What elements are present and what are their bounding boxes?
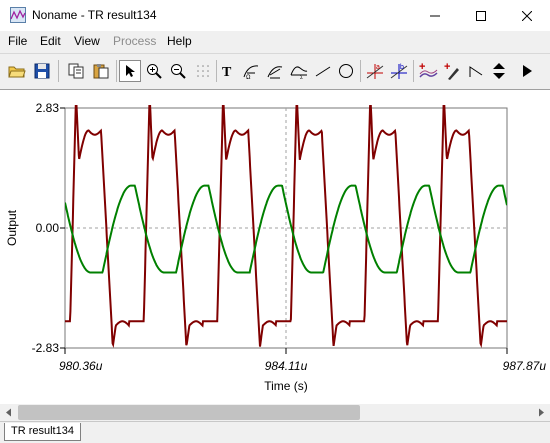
curve-annotation-3-icon: Σ (290, 66, 308, 79)
menu-file[interactable]: File (8, 34, 27, 48)
window-title: Noname - TR result134 (32, 8, 157, 22)
menu-help[interactable]: Help (167, 34, 192, 48)
close-button[interactable] (504, 0, 550, 31)
minimize-icon (430, 15, 440, 16)
pointer-icon (126, 65, 135, 77)
copy-button[interactable] (65, 60, 87, 82)
svg-text:a: a (376, 64, 380, 71)
svg-text:Σ: Σ (300, 75, 303, 79)
x-tick-right: 987.87u (503, 359, 547, 373)
y-tick-bottom: -2.83 (32, 341, 60, 355)
svg-text:+: + (444, 62, 450, 73)
zoom-in-icon (147, 64, 162, 79)
toolbar-separator (413, 60, 414, 82)
waveform-plot[interactable]: 2.83 0.00 -2.83 980.36u 984.11u 987.87u … (0, 90, 550, 405)
tab-tr-result[interactable]: TR result134 (4, 423, 81, 441)
open-folder-icon (8, 66, 26, 78)
toolbar-separator (116, 60, 117, 82)
step-button[interactable] (465, 60, 487, 82)
cursor-a-icon: a (366, 64, 384, 79)
menu-bar: File Edit View Process Help (0, 31, 550, 51)
line-icon (315, 66, 331, 77)
ellipse-icon (339, 64, 353, 78)
curve-annotation-2-icon (267, 66, 283, 79)
cursor-b-button[interactable]: b (388, 60, 410, 82)
annotation-2-button[interactable] (264, 60, 286, 82)
menu-view[interactable]: View (74, 34, 100, 48)
plot-area[interactable]: 2.83 0.00 -2.83 980.36u 984.11u 987.87u … (0, 89, 550, 405)
text-icon: T (222, 65, 232, 78)
up-down-button[interactable] (488, 60, 510, 82)
copy-icon (68, 63, 84, 79)
zoom-in-button[interactable] (143, 60, 165, 82)
open-button[interactable] (6, 60, 28, 82)
horizontal-scrollbar[interactable] (0, 404, 550, 421)
pointer-button[interactable] (119, 60, 141, 82)
ellipse-button[interactable] (335, 60, 357, 82)
toolbar-separator (360, 60, 361, 82)
curve-annotation-icon: Ω (243, 65, 259, 79)
add-trace-icon: + (419, 62, 438, 78)
add-trace-button[interactable]: + (417, 60, 439, 82)
x-tick-left: 980.36u (59, 359, 103, 373)
save-icon (34, 63, 50, 79)
toolbar: T Ω Σ a b + + (0, 53, 550, 90)
x-axis-label: Time (s) (264, 379, 308, 393)
menu-edit[interactable]: Edit (40, 34, 61, 48)
grid-button[interactable] (192, 60, 214, 82)
cursor-a-button[interactable]: a (364, 60, 386, 82)
menu-process[interactable]: Process (113, 34, 156, 48)
maximize-icon (476, 10, 486, 21)
paste-icon (93, 64, 109, 79)
save-button[interactable] (31, 60, 53, 82)
toolbar-separator (58, 60, 59, 82)
scrollbar-graphic (0, 404, 550, 421)
scroll-thumb[interactable] (18, 405, 360, 420)
y-tick-top: 2.83 (36, 101, 60, 115)
y-tick-zero: 0.00 (36, 221, 60, 235)
y-axis-label: Output (5, 209, 19, 246)
paste-button[interactable] (90, 60, 112, 82)
line-button[interactable] (312, 60, 334, 82)
app-icon (10, 7, 26, 23)
annotation-button[interactable]: Ω (240, 60, 262, 82)
svg-text:T: T (222, 65, 232, 78)
svg-text:b: b (400, 64, 404, 71)
annotation-3-button[interactable]: Σ (288, 60, 310, 82)
close-icon (522, 10, 532, 21)
add-probe-button[interactable]: + (441, 60, 463, 82)
cursor-b-icon: b (390, 64, 408, 79)
arrow-right-icon (523, 65, 532, 77)
title-bar: Noname - TR result134 (0, 0, 550, 31)
grid-icon (197, 65, 209, 77)
tab-bar: TR result134 (0, 421, 550, 443)
pan-right-button[interactable] (516, 60, 538, 82)
maximize-button[interactable] (458, 0, 504, 31)
zoom-out-button[interactable] (167, 60, 189, 82)
svg-text:Ω: Ω (246, 75, 251, 79)
arrow-up-down-icon (493, 63, 505, 79)
minimize-button[interactable] (412, 0, 458, 31)
x-tick-mid: 984.11u (265, 359, 308, 373)
text-button[interactable]: T (217, 60, 239, 82)
step-icon (469, 66, 483, 77)
add-probe-icon: + (444, 62, 459, 80)
zoom-out-icon (171, 64, 186, 79)
